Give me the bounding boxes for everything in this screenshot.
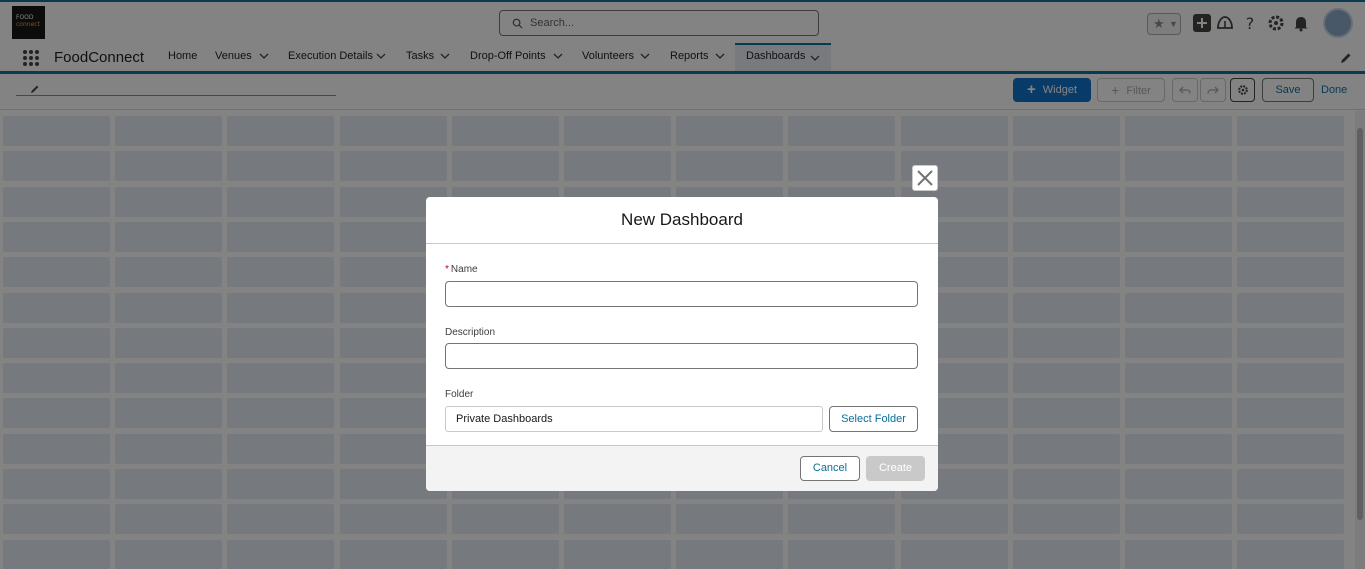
name-label-text: Name: [450, 264, 478, 275]
select-folder-button[interactable]: Select Folder: [829, 406, 918, 432]
description-input[interactable]: [445, 343, 918, 369]
modal-footer: Cancel Create: [426, 445, 938, 491]
required-indicator: *: [445, 264, 449, 275]
create-button[interactable]: Create: [866, 456, 925, 481]
modal-title: New Dashboard: [426, 197, 938, 244]
close-modal-button[interactable]: [912, 165, 938, 191]
folder-field-label: Folder: [445, 389, 474, 400]
folder-value: Private Dashboards: [445, 406, 823, 432]
name-field-label: * Name: [445, 264, 478, 275]
name-input[interactable]: [445, 281, 918, 307]
new-dashboard-modal: New Dashboard * Name Description Folder P…: [426, 197, 938, 491]
close-icon: [917, 170, 933, 186]
description-field-label: Description: [445, 327, 496, 338]
cancel-button[interactable]: Cancel: [800, 456, 860, 481]
